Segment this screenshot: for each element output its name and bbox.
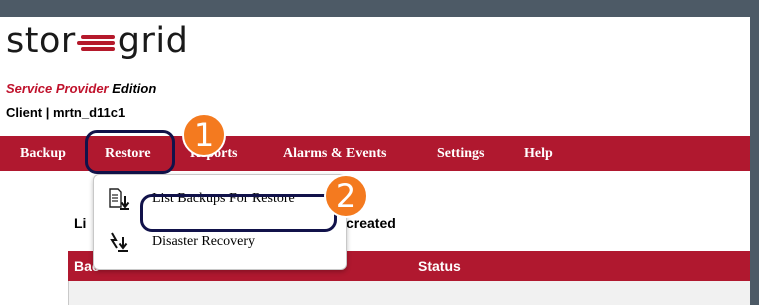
logo-text-right: grid: [117, 21, 189, 61]
page-title-start: Li: [74, 215, 87, 231]
client-label: Client | mrtn_d11c1: [6, 105, 126, 120]
storgrid-logo: stor grid: [6, 21, 188, 61]
nav-backup[interactable]: Backup: [20, 136, 66, 171]
disaster-recovery-icon: [108, 230, 130, 254]
page-title-end: created: [346, 215, 396, 231]
nav-help[interactable]: Help: [524, 136, 553, 171]
screenshot-frame-right: [750, 0, 759, 305]
logo-mark-icon: [76, 26, 117, 56]
edition-suffix: Edition: [112, 81, 157, 96]
list-restore-icon: [108, 187, 130, 211]
restore-highlight: [85, 130, 175, 174]
screenshot-frame-top: [0, 0, 759, 17]
table-body: [68, 281, 750, 305]
edition-highlight: Service Provider: [6, 81, 109, 96]
callout-badge-2: 2: [324, 174, 368, 218]
nav-settings[interactable]: Settings: [437, 136, 484, 171]
edition-label: Service Provider Edition: [6, 81, 156, 96]
callout-badge-1: 1: [182, 113, 226, 157]
logo-text-left: stor: [6, 21, 76, 61]
list-backups-highlight: [140, 194, 337, 232]
nav-alarms-events[interactable]: Alarms & Events: [283, 136, 386, 171]
column-header-status[interactable]: Status: [418, 251, 461, 281]
app-window: stor grid Service Provider Edition Clien…: [0, 17, 750, 305]
